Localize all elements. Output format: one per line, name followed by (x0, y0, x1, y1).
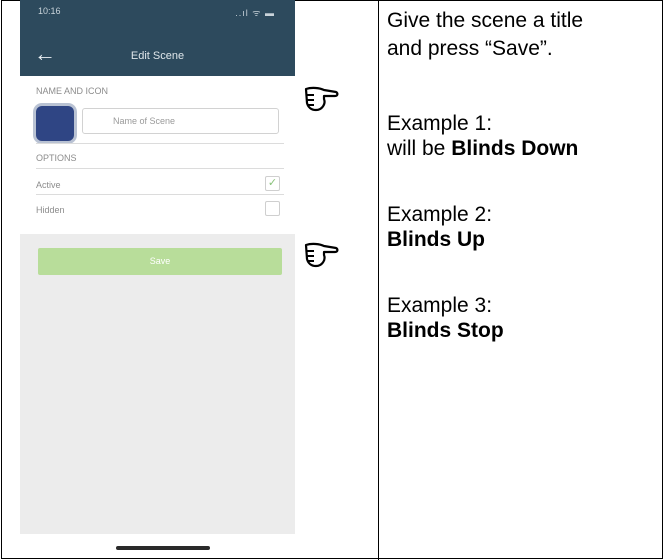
status-bar: 10:16 ..ıl ᯤ ▬ (20, 0, 295, 36)
nav-title: Edit Scene (130, 50, 185, 62)
empty-content-area (20, 234, 295, 534)
status-time: 10:16 (38, 6, 61, 16)
example-3-value: Blinds Stop (387, 319, 504, 342)
option-hidden-label: Hidden (36, 205, 65, 215)
scene-name-input[interactable]: Name of Scene (82, 108, 279, 134)
hidden-checkbox[interactable] (265, 201, 280, 216)
intro-line-2: and press “Save”. (387, 37, 553, 60)
example-1-line: will be Blinds Down (387, 136, 578, 161)
divider-line (36, 194, 284, 195)
divider-line (36, 168, 284, 169)
divider-line (36, 143, 284, 144)
nav-bar: ← Edit Scene (20, 36, 295, 76)
example-2-value: Blinds Up (387, 228, 485, 251)
column-divider (378, 0, 379, 560)
save-button[interactable]: Save (38, 248, 282, 275)
example-2-label: Example 2: (387, 203, 493, 226)
active-checkbox[interactable]: ✓ (265, 176, 280, 191)
intro-line-1: Give the scene a title (387, 9, 584, 32)
scene-icon-picker[interactable] (36, 106, 74, 141)
home-indicator (116, 546, 210, 550)
example-1-value: Blinds Down (451, 137, 579, 160)
pointing-hand-icon (304, 86, 339, 112)
status-icons: ..ıl ᯤ ▬ (235, 8, 275, 18)
pointing-hand-icon (304, 242, 339, 268)
option-active-label: Active (36, 180, 61, 190)
example-1-prefix: will be (387, 137, 452, 160)
options-label: OPTIONS (36, 153, 77, 163)
phone-screenshot: 10:16 ..ıl ᯤ ▬ ← Edit Scene NAME AND ICO… (20, 0, 295, 555)
name-and-icon-label: NAME AND ICON (36, 86, 109, 96)
example-1-label: Example 1: (387, 112, 493, 135)
example-3-label: Example 3: (387, 294, 493, 317)
